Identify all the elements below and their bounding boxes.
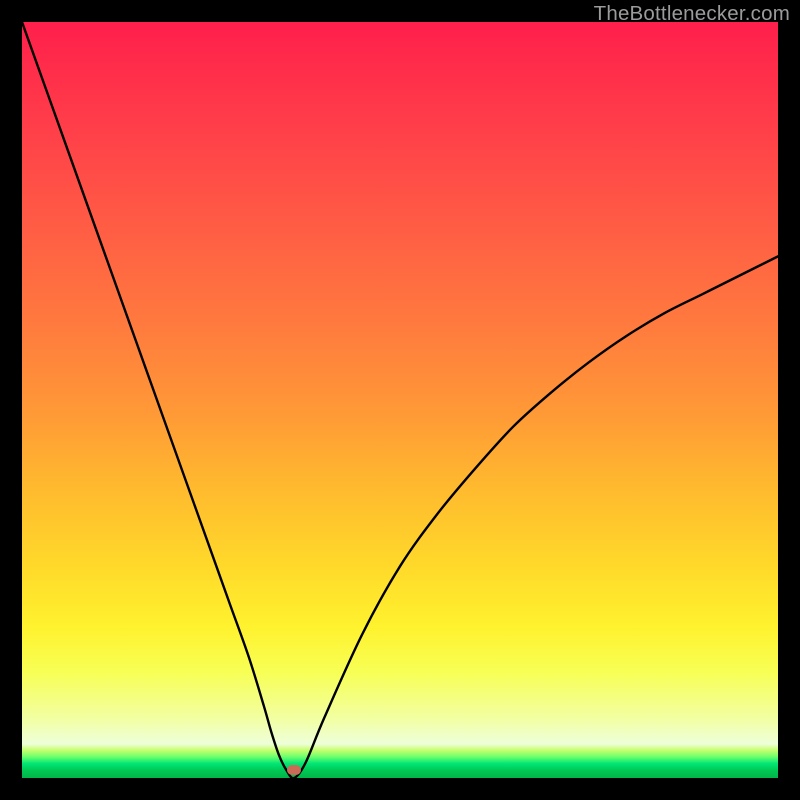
optimal-point-marker xyxy=(287,765,301,775)
plot-area xyxy=(22,22,778,778)
bottleneck-curve xyxy=(22,22,778,778)
chart-frame: TheBottlenecker.com xyxy=(0,0,800,800)
watermark-text: TheBottlenecker.com xyxy=(594,2,790,26)
